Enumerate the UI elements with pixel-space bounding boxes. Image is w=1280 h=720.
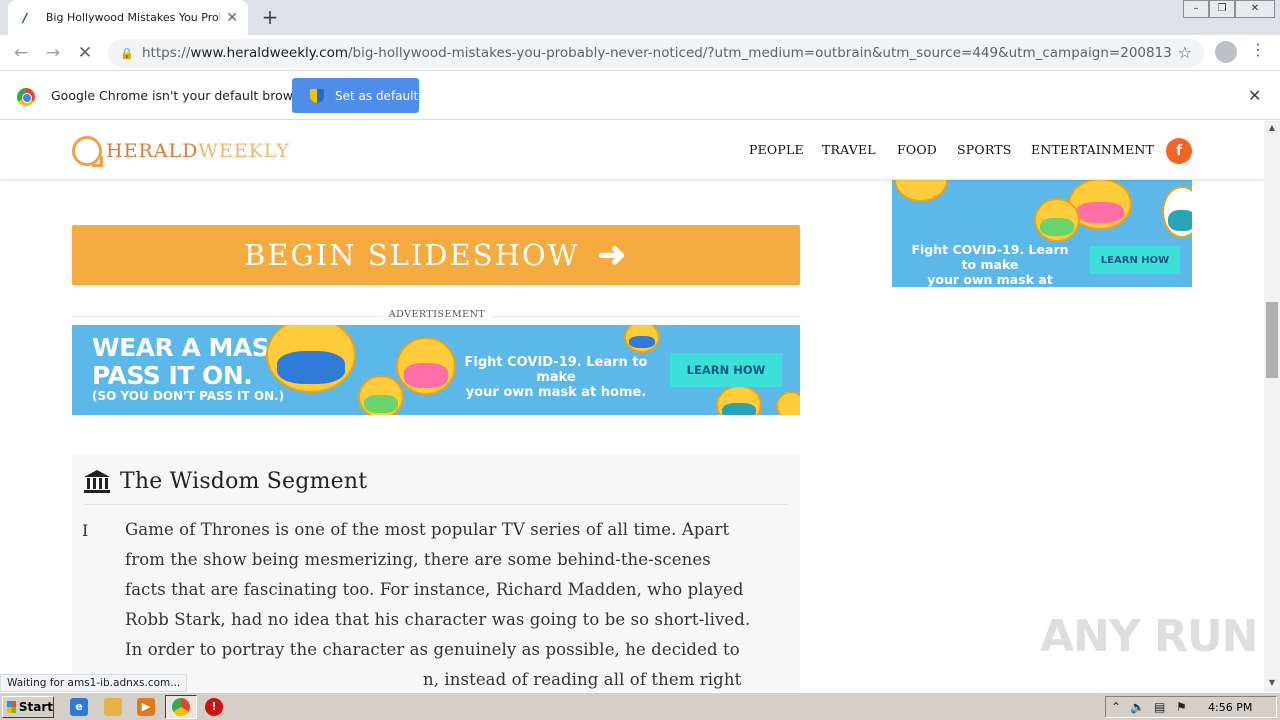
alert-icon[interactable]: ! bbox=[205, 698, 223, 716]
restore-icon[interactable]: ❐ bbox=[1209, 0, 1235, 18]
windows-taskbar: Start e ▶ ! ⌃ 🔈 ▤ ⚑ 4:56 PM bbox=[0, 692, 1280, 720]
ad-banner[interactable]: WEAR A MASK. PASS IT ON. (SO YOU DON'T P… bbox=[72, 325, 800, 415]
set-as-default-button[interactable]: Set as default bbox=[292, 78, 419, 113]
masked-emoji-icon bbox=[1034, 198, 1080, 242]
scroll-down-arrow-icon[interactable]: ▼ bbox=[1264, 676, 1280, 690]
sidebar-ad-banner[interactable]: Fight COVID-19. Learn to make your own m… bbox=[892, 180, 1192, 287]
speech-bubble-logo-icon bbox=[72, 136, 103, 167]
uac-shield-icon bbox=[310, 88, 324, 103]
internet-explorer-icon[interactable]: e bbox=[70, 698, 88, 716]
window-close-icon[interactable]: ✕ bbox=[1235, 0, 1275, 18]
volume-icon[interactable]: 🔈 bbox=[1130, 700, 1145, 714]
begin-slideshow-button[interactable]: BEGIN SLIDESHOW ➜ bbox=[72, 225, 800, 285]
url-text[interactable]: https://www.heraldweekly.com/big-hollywo… bbox=[142, 45, 1172, 61]
page-scrollbar[interactable] bbox=[1264, 121, 1280, 692]
heraldweekly-logo[interactable]: HERALD WEEKLY bbox=[72, 134, 290, 168]
bank-columns-icon bbox=[84, 470, 110, 494]
anyrun-watermark: ANY RUN bbox=[1040, 611, 1258, 662]
infobar-message: Google Chrome isn't your default browser bbox=[51, 88, 313, 103]
nav-people[interactable]: PEOPLE bbox=[749, 142, 804, 157]
page-viewport: HERALD WEEKLY PEOPLE TRAVEL FOOD SPORTS E… bbox=[0, 121, 1264, 692]
ad-subline: (SO YOU DON'T PASS IT ON.) bbox=[92, 389, 285, 403]
nav-travel[interactable]: TRAVEL bbox=[822, 142, 876, 157]
masked-emoji-icon bbox=[624, 325, 660, 353]
nav-entertainment[interactable]: ENTERTAINMENT bbox=[1031, 142, 1154, 157]
forward-arrow-icon[interactable]: → bbox=[41, 41, 65, 65]
ad-message: Fight COVID-19. Learn to make your own m… bbox=[464, 355, 648, 400]
nav-sports[interactable]: SPORTS bbox=[957, 142, 1012, 157]
text-cursor-icon: I bbox=[82, 521, 89, 540]
advertisement-label: ADVERTISEMENT bbox=[72, 309, 800, 323]
stop-loading-icon[interactable]: ✕ bbox=[73, 41, 97, 65]
wisdom-segment-text: Game of Thrones is one of the most popul… bbox=[125, 520, 751, 689]
action-center-flag-icon[interactable]: ⚑ bbox=[1176, 700, 1187, 714]
browser-toolbar: ← → ✕ 🔒 https://www.heraldweekly.com/big… bbox=[0, 35, 1280, 71]
site-header: HERALD WEEKLY PEOPLE TRAVEL FOOD SPORTS E… bbox=[0, 121, 1264, 180]
chrome-logo-icon bbox=[17, 88, 35, 106]
bookmark-star-icon[interactable]: ☆ bbox=[1178, 43, 1192, 62]
site-favicon-icon: / bbox=[22, 10, 28, 25]
sidebar-ad-message: Fight COVID-19. Learn to make your own m… bbox=[911, 242, 1069, 287]
masked-emoji-icon bbox=[358, 375, 404, 415]
new-tab-button[interactable]: + bbox=[258, 6, 282, 30]
sidebar-ad-learn-how-button[interactable]: LEARN HOW bbox=[1090, 246, 1180, 274]
minimize-icon[interactable]: – bbox=[1183, 0, 1209, 18]
masked-emoji-icon bbox=[894, 180, 948, 202]
chrome-menu-icon[interactable]: ⋮ bbox=[1250, 40, 1266, 59]
infobar-close-icon[interactable]: ✕ bbox=[1248, 86, 1261, 105]
profile-avatar-icon[interactable] bbox=[1215, 41, 1237, 63]
loading-status-text: Waiting for ams1-ib.adnxs.com... bbox=[0, 674, 188, 692]
masked-emoji-icon bbox=[716, 385, 762, 415]
scroll-up-arrow-icon[interactable]: ▲ bbox=[1264, 121, 1280, 135]
browser-tab[interactable]: / Big Hollywood Mistakes You Probably Ne… bbox=[8, 0, 248, 35]
back-arrow-icon[interactable]: ← bbox=[9, 41, 33, 65]
tab-title: Big Hollywood Mistakes You Probably Neve… bbox=[45, 11, 220, 24]
heart-eyes-emoji-icon bbox=[396, 337, 456, 395]
tray-expand-icon[interactable]: ⌃ bbox=[1111, 700, 1121, 714]
chrome-icon bbox=[172, 698, 190, 716]
wisdom-segment-title: The Wisdom Segment bbox=[120, 469, 368, 494]
tab-close-icon[interactable]: ✕ bbox=[226, 10, 238, 26]
scrollbar-thumb[interactable] bbox=[1266, 302, 1278, 378]
set-as-default-label: Set as default bbox=[335, 88, 419, 103]
facebook-icon[interactable]: f bbox=[1166, 138, 1192, 164]
nav-food[interactable]: FOOD bbox=[897, 142, 937, 157]
ad-learn-how-button[interactable]: LEARN HOW bbox=[670, 353, 782, 387]
wisdom-segment: The Wisdom Segment I Game of Thrones is … bbox=[72, 455, 800, 692]
windows-logo-icon bbox=[7, 701, 16, 713]
network-icon[interactable]: ▤ bbox=[1154, 700, 1165, 714]
emoji-icon bbox=[776, 391, 800, 415]
folder-icon[interactable] bbox=[104, 698, 122, 716]
default-browser-infobar: Google Chrome isn't your default browser… bbox=[0, 72, 1280, 120]
lock-icon: 🔒 bbox=[120, 47, 134, 60]
masked-emoji-icon bbox=[266, 325, 356, 393]
masked-emoji-icon bbox=[1162, 186, 1192, 238]
wisdom-segment-header: The Wisdom Segment bbox=[84, 469, 788, 505]
tab-strip: / Big Hollywood Mistakes You Probably Ne… bbox=[0, 0, 1280, 35]
address-bar[interactable]: 🔒 https://www.heraldweekly.com/big-holly… bbox=[108, 39, 1204, 67]
start-button[interactable]: Start bbox=[2, 696, 54, 718]
media-player-icon[interactable]: ▶ bbox=[137, 698, 155, 716]
taskbar-clock[interactable]: 4:56 PM bbox=[1208, 701, 1252, 714]
arrow-right-icon: ➜ bbox=[597, 235, 628, 275]
begin-slideshow-label: BEGIN SLIDESHOW bbox=[244, 238, 580, 272]
